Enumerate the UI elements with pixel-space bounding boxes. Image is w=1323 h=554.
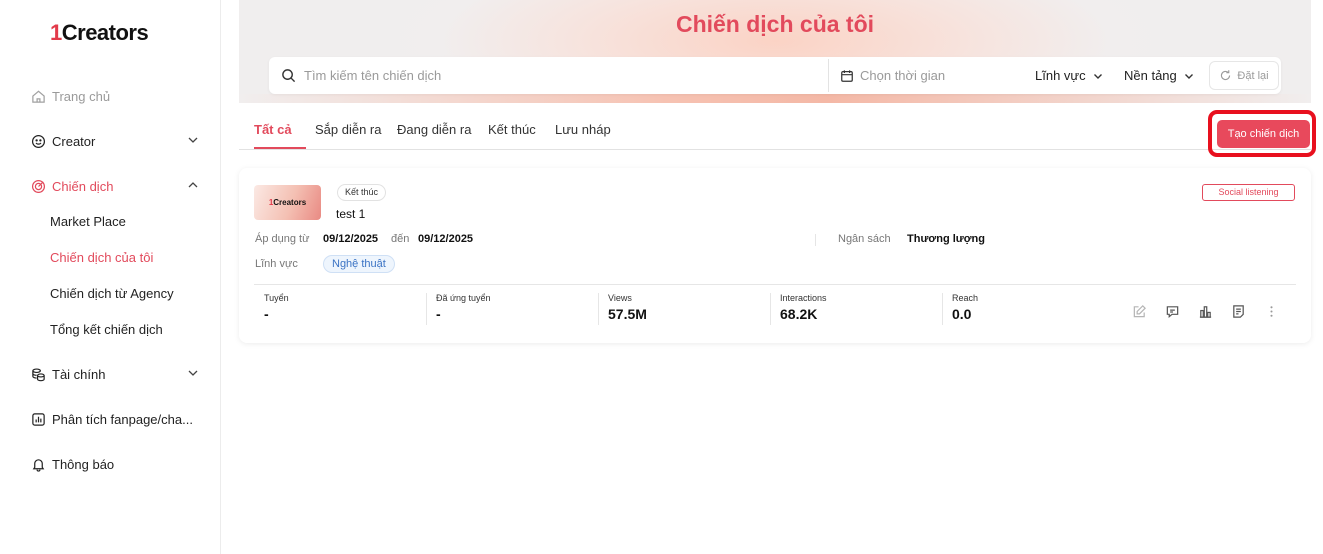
sidebar-subitem-marketplace[interactable]: Market Place bbox=[50, 212, 126, 232]
bar-chart-icon bbox=[1199, 305, 1211, 318]
chart-icon bbox=[30, 411, 46, 427]
sidebar-subitem-my-campaigns[interactable]: Chiến dịch của tôi bbox=[50, 248, 153, 268]
edit-button[interactable] bbox=[1130, 302, 1148, 320]
divider bbox=[770, 293, 771, 325]
stat-reach: Reach 0.0 bbox=[952, 293, 979, 322]
divider bbox=[426, 293, 427, 325]
filter-bar: Chọn thời gian Lĩnh vực Nền tảng Đặt lại bbox=[269, 57, 1281, 94]
logo[interactable]: 1Creators bbox=[50, 20, 149, 46]
edit-icon bbox=[1133, 304, 1146, 317]
chevron-down-icon bbox=[1184, 73, 1193, 79]
more-icon bbox=[1269, 305, 1273, 317]
chevron-down-icon bbox=[188, 137, 198, 143]
campaign-card[interactable]: 1 Creators Kết thúc test 1 Social listeni… bbox=[239, 168, 1311, 343]
sidebar-subitem-agency-campaigns[interactable]: Chiến dịch từ Agency bbox=[50, 284, 174, 304]
date-picker[interactable]: Chọn thời gian bbox=[840, 57, 945, 94]
sidebar-item-home[interactable]: Trang chủ bbox=[30, 84, 202, 108]
to-label: đến bbox=[391, 233, 410, 245]
sidebar-item-creator[interactable]: Creator bbox=[30, 129, 202, 153]
target-icon bbox=[30, 178, 46, 194]
divider bbox=[815, 234, 816, 246]
statistics-button[interactable] bbox=[1196, 302, 1214, 320]
start-date: 09/12/2025 bbox=[323, 233, 379, 245]
divider bbox=[942, 293, 943, 325]
report-icon bbox=[1232, 304, 1244, 318]
chevron-down-icon bbox=[188, 370, 198, 376]
refresh-icon bbox=[1221, 70, 1231, 81]
report-button[interactable] bbox=[1229, 302, 1247, 320]
calendar-icon bbox=[841, 69, 853, 82]
platform-filter-dropdown[interactable]: Nền tảng bbox=[1124, 57, 1195, 94]
field-chip: Nghệ thuật bbox=[323, 255, 395, 273]
field-label: Lĩnh vực bbox=[255, 258, 298, 270]
divider bbox=[828, 59, 829, 92]
chevron-up-icon bbox=[188, 182, 198, 188]
tab-all[interactable]: Tất cả bbox=[254, 122, 306, 149]
sidebar-item-campaign[interactable]: Chiến dịch bbox=[30, 174, 202, 198]
search-field[interactable] bbox=[281, 57, 826, 94]
comment-icon bbox=[1166, 305, 1178, 318]
campaign-name[interactable]: test 1 bbox=[336, 207, 365, 221]
sidebar-item-fanpage-analytics[interactable]: Phân tích fanpage/cha... bbox=[30, 407, 210, 431]
coins-icon bbox=[30, 366, 46, 382]
tab-ongoing[interactable]: Đang diễn ra bbox=[397, 122, 471, 149]
sidebar-item-notifications[interactable]: Thông báo bbox=[30, 452, 202, 476]
stat-applied: Đã ứng tuyển - bbox=[436, 293, 491, 322]
smiley-icon bbox=[30, 133, 46, 149]
sidebar-item-finance[interactable]: Tài chính bbox=[30, 362, 202, 386]
apply-from-label: Áp dụng từ bbox=[255, 233, 310, 245]
tab-upcoming[interactable]: Sắp diễn ra bbox=[315, 122, 382, 149]
tab-ended[interactable]: Kết thúc bbox=[488, 122, 536, 149]
budget-value: Thương lượng bbox=[907, 233, 985, 245]
reset-button[interactable]: Đặt lại bbox=[1209, 61, 1279, 90]
search-icon bbox=[282, 69, 296, 83]
bell-icon bbox=[30, 456, 46, 472]
campaign-type-tag: Social listening bbox=[1202, 184, 1295, 201]
chevron-down-icon bbox=[1093, 73, 1102, 79]
tab-drafts[interactable]: Lưu nháp bbox=[555, 122, 611, 149]
comment-button[interactable] bbox=[1163, 302, 1181, 320]
field-filter-dropdown[interactable]: Lĩnh vực bbox=[1035, 57, 1104, 94]
stat-interactions: Interactions 68.2K bbox=[780, 293, 827, 322]
end-date: 09/12/2025 bbox=[418, 233, 474, 245]
tab-bar: Tất cả Sắp diễn ra Đang diễn ra Kết thúc… bbox=[239, 118, 1311, 150]
sidebar: 1Creators Trang chủ Creator Chiến dịch M… bbox=[0, 0, 221, 554]
divider bbox=[254, 284, 1296, 285]
create-campaign-button[interactable]: Tạo chiến dịch bbox=[1217, 120, 1310, 148]
stat-recruit: Tuyển - bbox=[264, 293, 289, 322]
page-title: Chiến dịch của tôi bbox=[675, 11, 875, 37]
home-icon bbox=[30, 88, 46, 104]
more-options-button[interactable] bbox=[1262, 302, 1280, 320]
divider bbox=[598, 293, 599, 325]
campaign-thumbnail: 1 Creators bbox=[254, 185, 321, 220]
sidebar-subitem-campaign-summary[interactable]: Tổng kết chiến dịch bbox=[50, 320, 163, 340]
budget-label: Ngân sách bbox=[838, 233, 891, 245]
search-input[interactable] bbox=[304, 68, 804, 83]
status-badge: Kết thúc bbox=[337, 184, 387, 201]
stat-views: Views 57.5M bbox=[608, 293, 647, 322]
hero-gradient-bar bbox=[239, 94, 1311, 103]
